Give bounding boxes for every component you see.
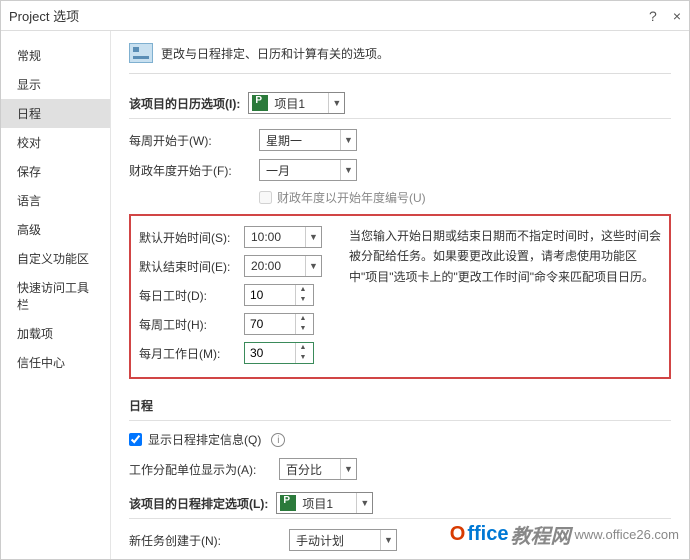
help-button[interactable]: ? [649, 8, 657, 24]
spinner-arrows[interactable]: ▲▼ [295, 314, 310, 334]
chevron-down-icon: ▼ [305, 227, 321, 247]
sidebar: 常规 显示 日程 校对 保存 语言 高级 自定义功能区 快速访问工具栏 加载项 … [1, 31, 111, 559]
chevron-down-icon: ▼ [340, 160, 356, 180]
header-text: 更改与日程排定、日历和计算有关的选项。 [161, 45, 389, 62]
project-icon [252, 95, 268, 111]
window-title: Project 选项 [9, 6, 79, 25]
schedule-options-title: 该项目的日程排定选项(L): [129, 495, 268, 512]
sidebar-item-addins[interactable]: 加载项 [1, 319, 110, 348]
sidebar-item-save[interactable]: 保存 [1, 157, 110, 186]
calendar-options-section: 该项目的日历选项(I): 项目1 ▼ [129, 88, 671, 119]
chevron-down-icon: ▼ [380, 530, 396, 550]
week-start-row: 每周开始于(W): 星期一 ▼ [129, 129, 671, 151]
hours-per-day-spinner[interactable]: ▲▼ [244, 284, 314, 306]
show-schedule-info-checkbox[interactable] [129, 433, 142, 446]
new-task-combo[interactable]: 手动计划 ▼ [289, 529, 397, 551]
titlebar: Project 选项 ? × [1, 1, 689, 31]
hours-per-day-input[interactable] [245, 285, 295, 305]
close-button[interactable]: × [673, 8, 681, 24]
schedule-options-section: 该项目的日程排定选项(L): 项目1 ▼ [129, 488, 671, 519]
main-panel: 更改与日程排定、日历和计算有关的选项。 该项目的日历选项(I): 项目1 ▼ 每… [111, 31, 689, 559]
header: 更改与日程排定、日历和计算有关的选项。 [129, 43, 671, 74]
end-time-combo[interactable]: 20:00 ▼ [244, 255, 322, 277]
fiscal-numbering-checkbox [259, 191, 272, 204]
show-schedule-info-label: 显示日程排定信息(Q) [148, 431, 261, 448]
schedule-header-icon [129, 43, 153, 63]
show-schedule-info-row: 显示日程排定信息(Q) i [129, 431, 671, 448]
defaults-help-text: 当您输入开始日期或结束日期而不指定时间时，这些时间会被分配给任务。如果要更改此设… [349, 226, 661, 371]
content: 常规 显示 日程 校对 保存 语言 高级 自定义功能区 快速访问工具栏 加载项 … [1, 31, 689, 559]
days-per-month-spinner[interactable]: ▲▼ [244, 342, 314, 364]
defaults-fields: 默认开始时间(S): 10:00 ▼ 默认结束时间(E): 20:00 ▼ 每日… [139, 226, 329, 371]
days-per-month-input[interactable] [245, 343, 295, 363]
sidebar-item-display[interactable]: 显示 [1, 70, 110, 99]
days-per-month-label: 每月工作日(M): [139, 345, 244, 362]
start-time-label: 默认开始时间(S): [139, 229, 244, 246]
fiscal-year-label: 财政年度开始于(F): [129, 162, 259, 179]
week-start-label: 每周开始于(W): [129, 132, 259, 149]
sidebar-item-customize-ribbon[interactable]: 自定义功能区 [1, 244, 110, 273]
hours-per-day-label: 每日工时(D): [139, 287, 244, 304]
highlight-box: 默认开始时间(S): 10:00 ▼ 默认结束时间(E): 20:00 ▼ 每日… [129, 214, 671, 379]
chevron-down-icon: ▼ [328, 93, 344, 113]
spinner-arrows[interactable]: ▲▼ [295, 343, 310, 363]
fiscal-numbering-row: 财政年度以开始年度编号(U) [259, 189, 671, 206]
fiscal-year-row: 财政年度开始于(F): 一月 ▼ [129, 159, 671, 181]
assign-units-row: 工作分配单位显示为(A): 百分比 ▼ [129, 458, 671, 480]
calendar-project-combo[interactable]: 项目1 ▼ [248, 92, 345, 114]
sidebar-item-proofing[interactable]: 校对 [1, 128, 110, 157]
hours-per-week-input[interactable] [245, 314, 295, 334]
calendar-options-title: 该项目的日历选项(I): [129, 95, 240, 112]
sidebar-item-language[interactable]: 语言 [1, 186, 110, 215]
project-icon [280, 495, 296, 511]
fiscal-year-combo[interactable]: 一月 ▼ [259, 159, 357, 181]
sidebar-item-general[interactable]: 常规 [1, 41, 110, 70]
hours-per-week-spinner[interactable]: ▲▼ [244, 313, 314, 335]
chevron-down-icon: ▼ [356, 493, 372, 513]
sidebar-item-advanced[interactable]: 高级 [1, 215, 110, 244]
sidebar-item-trust-center[interactable]: 信任中心 [1, 348, 110, 377]
end-time-label: 默认结束时间(E): [139, 258, 244, 275]
chevron-down-icon: ▼ [340, 130, 356, 150]
chevron-down-icon: ▼ [305, 256, 321, 276]
spinner-arrows[interactable]: ▲▼ [295, 285, 310, 305]
hours-per-week-label: 每周工时(H): [139, 316, 244, 333]
sidebar-item-quick-access[interactable]: 快速访问工具栏 [1, 273, 110, 319]
info-icon[interactable]: i [271, 433, 285, 447]
schedule-project-combo[interactable]: 项目1 ▼ [276, 492, 373, 514]
new-task-label: 新任务创建于(N): [129, 532, 289, 549]
new-task-row: 新任务创建于(N): 手动计划 ▼ [129, 529, 671, 551]
sidebar-item-schedule[interactable]: 日程 [1, 99, 110, 128]
week-start-combo[interactable]: 星期一 ▼ [259, 129, 357, 151]
start-time-combo[interactable]: 10:00 ▼ [244, 226, 322, 248]
chevron-down-icon: ▼ [340, 459, 356, 479]
window-controls: ? × [649, 8, 681, 24]
fiscal-numbering-label: 财政年度以开始年度编号(U) [277, 189, 426, 206]
assign-units-label: 工作分配单位显示为(A): [129, 461, 279, 478]
assign-units-combo[interactable]: 百分比 ▼ [279, 458, 357, 480]
schedule-section-title: 日程 [129, 391, 671, 421]
